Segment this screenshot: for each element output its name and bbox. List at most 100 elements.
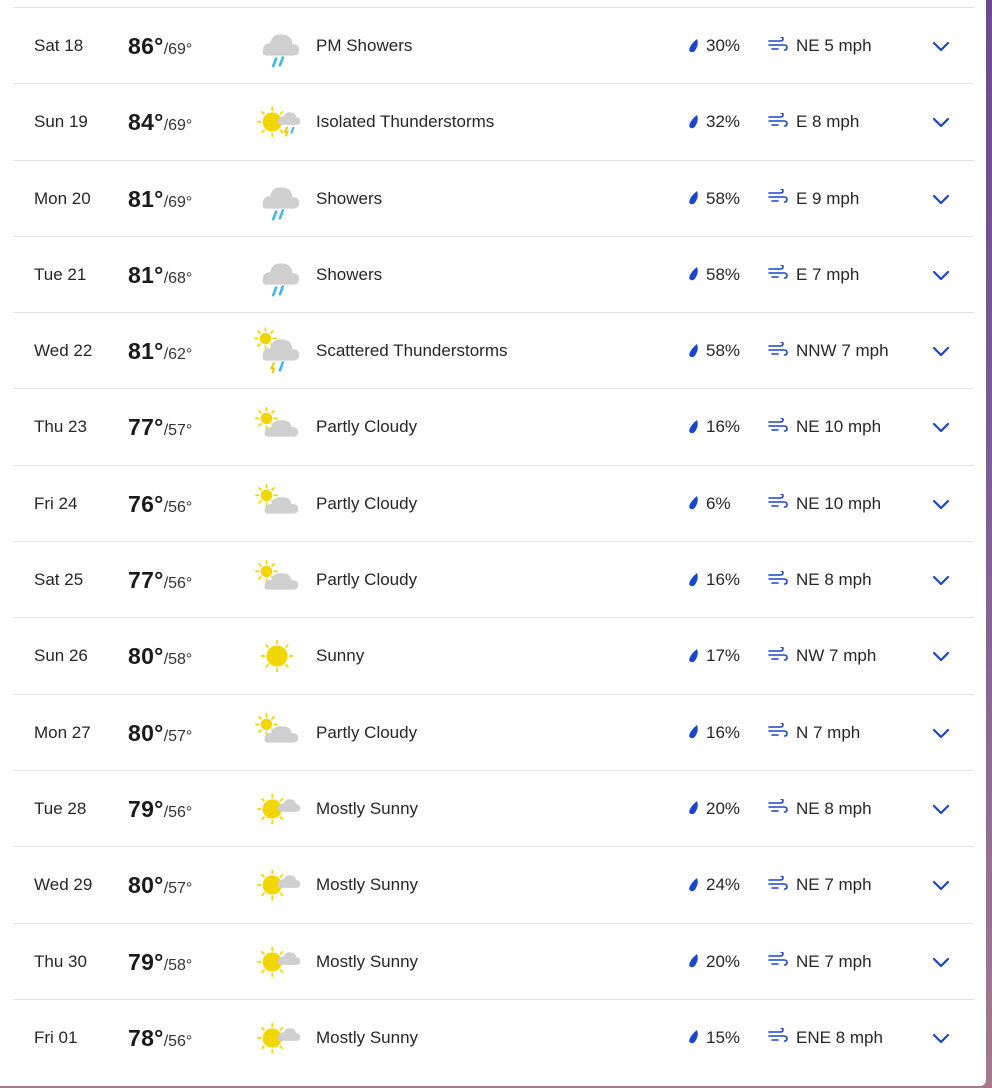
precipitation-chance: 20% [688,924,740,1000]
partly-cloudy-icon [255,560,299,590]
condition-text: Showers [316,264,383,284]
wind-icon [768,264,788,280]
high-temperature: 77° [128,414,164,441]
precipitation-icon [689,1030,698,1044]
condition-text: Mostly Sunny [316,798,419,818]
chevron-down-icon[interactable] [930,265,952,285]
high-temperature: 79° [128,795,164,822]
low-temperature: /56° [163,803,193,821]
forecast-row[interactable]: Tue 28 79°/56° Mostly Sunny 20% NE 8 mph [13,769,974,847]
chevron-down-icon[interactable] [930,494,952,514]
precipitation-icon [689,572,698,586]
forecast-row[interactable]: Tue 21 81°/68° Showers 58% E 7 mph [13,235,974,313]
precipitation-value: 16% [706,722,741,742]
condition-text: Partly Cloudy [316,570,418,590]
low-temperature: /56° [163,498,193,516]
precipitation-icon [689,38,698,52]
chevron-down-icon[interactable] [930,341,952,361]
mostly-sunny-icon [256,1022,301,1054]
day-label: Tue 21 [34,264,87,284]
forecast-row[interactable]: Wed 29 80°/57° Mostly Sunny 24% NE 7 mph [13,846,974,922]
day-label: Wed 29 [34,875,93,895]
temperature-range: 77°/56° [128,542,192,622]
temperature-range: 81°/69° [128,161,192,241]
wind-info: E 7 mph [768,237,859,313]
temperature-range: 84°/69° [128,84,192,164]
wind-icon [768,874,788,890]
wind-icon [768,35,788,51]
low-temperature: /58° [163,651,193,669]
wind-value: NE 10 mph [796,417,882,437]
day-label: Sun 26 [34,646,88,666]
temperature-range: 80°/57° [128,695,192,775]
low-temperature: /58° [163,956,193,974]
forecast-row[interactable]: Thu 23 77°/57° Partly Cloudy 16% NE 10 mph [13,388,974,464]
wind-icon [768,493,788,509]
precipitation-value: 58% [706,264,741,284]
daily-forecast-list: Sat 18 86°/69° PM Showers 30% NE 5 mph Sun 19… [13,7,974,1075]
wind-icon [768,951,788,966]
precipitation-value: 58% [706,188,741,208]
wind-info: NE 8 mph [768,771,872,847]
wind-value: NE 8 mph [796,798,872,818]
temperature-range: 79°/58° [128,924,192,1004]
forecast-row[interactable]: Thu 30 79°/58° Mostly Sunny 20% NE 7 mph [13,922,974,1000]
chevron-down-icon[interactable] [930,1028,952,1048]
chevron-down-icon[interactable] [930,570,952,590]
chevron-down-icon[interactable] [930,189,952,209]
precipitation-value: 17% [706,646,741,666]
wind-value: ENE 8 mph [796,1027,883,1047]
forecast-row[interactable]: Sat 25 77°/56° Partly Cloudy 16% NE 8 mph [13,541,974,617]
low-temperature: /56° [163,575,193,593]
forecast-row[interactable]: Wed 22 81°/62° Scattered Thunderstorms 58% N… [13,312,974,388]
temperature-range: 77°/57° [128,389,192,469]
chevron-down-icon[interactable] [930,646,952,666]
precipitation-chance: 15% [688,1000,740,1076]
chevron-down-icon[interactable] [930,112,952,132]
chevron-down-icon[interactable] [930,417,952,437]
forecast-row[interactable]: Sun 19 84°/69° Isolated Thunderstorms 32% E … [13,83,974,159]
precipitation-value: 15% [706,1027,741,1047]
chevron-down-icon[interactable] [930,875,952,895]
low-temperature: /69° [163,41,193,58]
wind-icon [768,722,788,737]
precipitation-chance: 17% [688,618,740,694]
forecast-row[interactable]: Mon 20 81°/69° Showers 58% E 9 mph [13,159,974,236]
partly-cloudy-icon [255,483,299,514]
forecast-row[interactable]: Fri 01 78°/56° Mostly Sunny 15% ENE 8 mph [13,998,974,1076]
wind-info: NW 7 mph [768,618,876,694]
wind-value: NE 5 mph [796,36,872,55]
low-temperature: /68° [163,269,193,287]
chevron-down-icon[interactable] [930,952,952,972]
wind-value: E 7 mph [796,264,860,284]
forecast-row[interactable]: Fri 24 76°/56° Partly Cloudy 6% NE 10 mph [13,464,974,541]
mostly-sunny-icon [256,870,301,901]
wind-value: N 7 mph [796,722,861,742]
temperature-range: 86°/69° [128,8,192,88]
chevron-down-icon[interactable] [930,723,952,743]
chevron-down-icon[interactable] [930,799,952,819]
condition-text: Sunny [316,646,365,666]
wind-value: E 8 mph [796,112,860,132]
wind-icon [768,1027,788,1043]
day-label: Wed 22 [34,341,93,361]
wind-info: N 7 mph [768,695,860,771]
wind-info: ENE 8 mph [768,1000,883,1076]
day-label: Thu 30 [34,951,87,971]
sunny-icon [260,640,294,673]
wind-value: NNW 7 mph [796,341,889,361]
precipitation-icon [689,420,698,434]
wind-info: E 8 mph [768,84,859,160]
forecast-row[interactable]: Sun 26 80°/58° Sunny 17% NW 7 mph [13,617,974,693]
chevron-down-icon[interactable] [930,36,952,56]
high-temperature: 77° [128,567,164,594]
precipitation-icon [689,725,698,739]
high-temperature: 79° [128,948,164,975]
precipitation-icon [689,954,698,968]
forecast-row[interactable]: Mon 27 80°/57° Partly Cloudy 16% N 7 mph [13,693,974,771]
wind-value: NE 7 mph [796,875,872,895]
low-temperature: /56° [163,1032,193,1050]
precipitation-chance: 30% [688,8,740,84]
day-label: Sat 18 [34,36,84,55]
forecast-row[interactable]: Sat 18 86°/69° PM Showers 30% NE 5 mph [13,7,974,83]
